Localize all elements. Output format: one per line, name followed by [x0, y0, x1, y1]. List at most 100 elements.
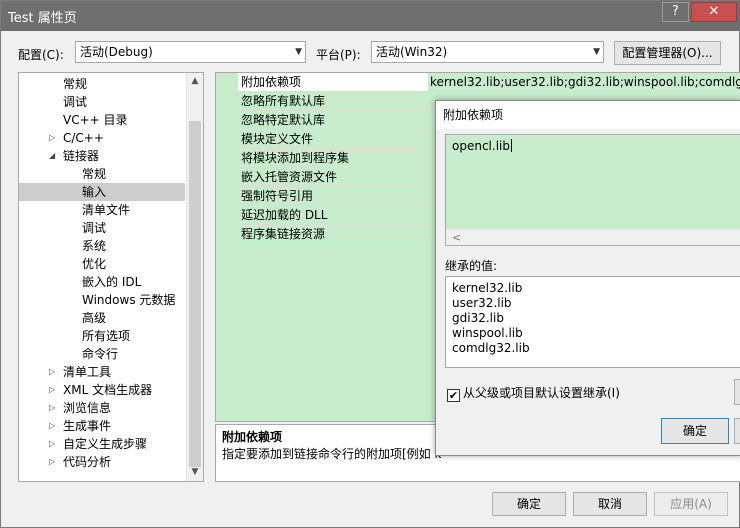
- property-row[interactable]: 附加依赖项: [238, 73, 428, 92]
- property-row[interactable]: 嵌入托管资源文件: [238, 168, 428, 187]
- scroll-left-icon[interactable]: <: [452, 230, 461, 246]
- tree-item[interactable]: 调试: [19, 219, 185, 237]
- tree-item[interactable]: ▷ 自定义生成步骤: [19, 435, 185, 453]
- dialog-cancel-button[interactable]: [734, 418, 740, 444]
- tree-item-label: 所有选项: [82, 329, 131, 343]
- tree-item-label: XML 文档生成器: [63, 383, 153, 397]
- tree-item[interactable]: 优化: [19, 255, 185, 273]
- tree-item-label: 自定义生成步骤: [63, 437, 148, 451]
- tree-item[interactable]: 命令行: [19, 345, 185, 363]
- tree-item-label: 嵌入的 IDL: [82, 275, 142, 289]
- tree-item[interactable]: Windows 元数据: [19, 291, 185, 309]
- tree-item-label: C/C++: [63, 131, 104, 145]
- expand-arrow-icon[interactable]: ▷: [49, 435, 59, 453]
- tree-item[interactable]: ▷ XML 文档生成器: [19, 381, 185, 399]
- scroll-thumb[interactable]: [189, 121, 201, 467]
- expand-arrow-icon[interactable]: ▷: [49, 381, 59, 399]
- tree-item[interactable]: 常规: [19, 165, 185, 183]
- tree-item[interactable]: 常规: [19, 75, 185, 93]
- tree-item[interactable]: VC++ 目录: [19, 111, 185, 129]
- property-name: 忽略特定默认库: [241, 113, 326, 127]
- tree-item[interactable]: ◢ 链接器: [19, 147, 185, 165]
- tree-item[interactable]: 输入: [19, 183, 185, 201]
- dialog-ok-button[interactable]: 确定: [661, 418, 729, 444]
- tree-scrollbar[interactable]: ▲ ▼: [186, 73, 203, 481]
- text-caret: [510, 139, 512, 152]
- tree-item-label: 常规: [63, 77, 88, 91]
- collapse-arrow-icon[interactable]: ◢: [49, 147, 59, 165]
- macros-button[interactable]: [734, 379, 740, 405]
- inherited-value-item: comdlg32.lib: [452, 341, 530, 355]
- description-title: 附加依赖项: [222, 430, 283, 444]
- property-value[interactable]: kernel32.lib;user32.lib;gdi32.lib;winspo…: [428, 73, 740, 92]
- chevron-down-icon: ▼: [593, 47, 600, 57]
- expand-arrow-icon[interactable]: ▷: [49, 129, 59, 147]
- window-title: Test 属性页: [8, 11, 77, 26]
- expand-arrow-icon[interactable]: ▷: [49, 417, 59, 435]
- tree-item[interactable]: 系统: [19, 237, 185, 255]
- tree-item-label: 优化: [82, 257, 107, 271]
- inherit-checkbox[interactable]: ✔ 从父级或项目默认设置继承(I): [447, 384, 620, 402]
- additional-dependencies-dialog: 附加依赖项 opencl.lib < 继承的值: kernel32.lib use…: [435, 100, 740, 456]
- tree-item[interactable]: 清单文件: [19, 201, 185, 219]
- tree-item-label: 清单文件: [82, 203, 131, 217]
- scroll-down-icon[interactable]: ▼: [187, 464, 203, 481]
- tree-item[interactable]: ▷ 生成事件: [19, 417, 185, 435]
- tree-item-label: 常规: [82, 167, 107, 181]
- expand-arrow-icon[interactable]: ▷: [49, 399, 59, 417]
- tree-item[interactable]: ▷ 清单工具: [19, 363, 185, 381]
- config-label: 配置(C):: [18, 48, 64, 62]
- expand-arrow-icon[interactable]: ▷: [49, 453, 59, 471]
- category-tree: 常规 调试 VC++ 目录 ▷ C/C++ ◢ 链接器 常规 输入 清单文件 调试 系统 优化 嵌入的 I…: [18, 72, 204, 482]
- config-manager-button[interactable]: 配置管理器(O)...: [614, 41, 721, 65]
- grid-divider: [428, 92, 429, 244]
- help-button[interactable]: ?: [662, 2, 689, 22]
- tree-item-label: 代码分析: [63, 455, 112, 469]
- config-select[interactable]: 活动(Debug) ▼: [75, 41, 306, 63]
- inherited-value-item: gdi32.lib: [452, 311, 504, 325]
- tree-item-label: 命令行: [82, 347, 119, 361]
- ok-button[interactable]: 确定: [492, 492, 566, 516]
- dialog-title: 附加依赖项: [436, 101, 740, 129]
- property-name: 附加依赖项: [241, 75, 302, 89]
- tree-item[interactable]: ▷ 浏览信息: [19, 399, 185, 417]
- edit-horizontal-scrollbar[interactable]: <: [446, 229, 740, 245]
- dependencies-edit-box[interactable]: opencl.lib <: [445, 134, 740, 246]
- property-row[interactable]: 强制符号引用: [238, 187, 428, 206]
- property-name: 程序集链接资源: [241, 227, 326, 241]
- property-row[interactable]: 程序集链接资源: [238, 225, 428, 244]
- apply-button[interactable]: 应用(A): [654, 492, 728, 516]
- inherited-value-item: kernel32.lib: [452, 281, 523, 295]
- tree-item-label: 调试: [63, 95, 88, 109]
- cancel-button[interactable]: 取消: [573, 492, 647, 516]
- inherited-value-item: winspool.lib: [452, 326, 523, 340]
- tree-item-label: 清单工具: [63, 365, 112, 379]
- tree-item[interactable]: 所有选项: [19, 327, 185, 345]
- tree-item-label: 生成事件: [63, 419, 112, 433]
- property-name: 忽略所有默认库: [241, 94, 326, 108]
- expand-arrow-icon[interactable]: ▷: [49, 363, 59, 381]
- tree-item[interactable]: 高级: [19, 309, 185, 327]
- property-row[interactable]: 延迟加载的 DLL: [238, 206, 428, 225]
- tree-item[interactable]: ▷ 代码分析: [19, 453, 185, 471]
- tree-item-label: 输入: [82, 185, 107, 199]
- tree-item-label: VC++ 目录: [63, 113, 128, 127]
- inherited-value-item: user32.lib: [452, 296, 512, 310]
- inherited-values-label: 继承的值:: [445, 259, 498, 273]
- property-row[interactable]: 模块定义文件: [238, 130, 428, 149]
- platform-label: 平台(P):: [316, 48, 361, 62]
- property-row[interactable]: 忽略特定默认库: [238, 111, 428, 130]
- scroll-up-icon[interactable]: ▲: [187, 73, 203, 90]
- property-row[interactable]: 将模块添加到程序集: [238, 149, 428, 168]
- tree-item[interactable]: 调试: [19, 93, 185, 111]
- close-button[interactable]: ✕: [691, 2, 737, 22]
- tree-item-label: 浏览信息: [63, 401, 112, 415]
- property-pages-window: Test 属性页 ? ✕ 配置(C): 活动(Debug) ▼ 平台(P): 活…: [0, 0, 740, 528]
- property-row[interactable]: 忽略所有默认库: [238, 92, 428, 111]
- platform-select[interactable]: 活动(Win32) ▼: [371, 41, 604, 63]
- tree-item[interactable]: ▷ C/C++: [19, 129, 185, 147]
- tree-item[interactable]: 嵌入的 IDL: [19, 273, 185, 291]
- checkbox-icon[interactable]: ✔: [447, 389, 460, 402]
- tree-item-label: 链接器: [63, 149, 100, 163]
- property-name: 模块定义文件: [241, 132, 314, 146]
